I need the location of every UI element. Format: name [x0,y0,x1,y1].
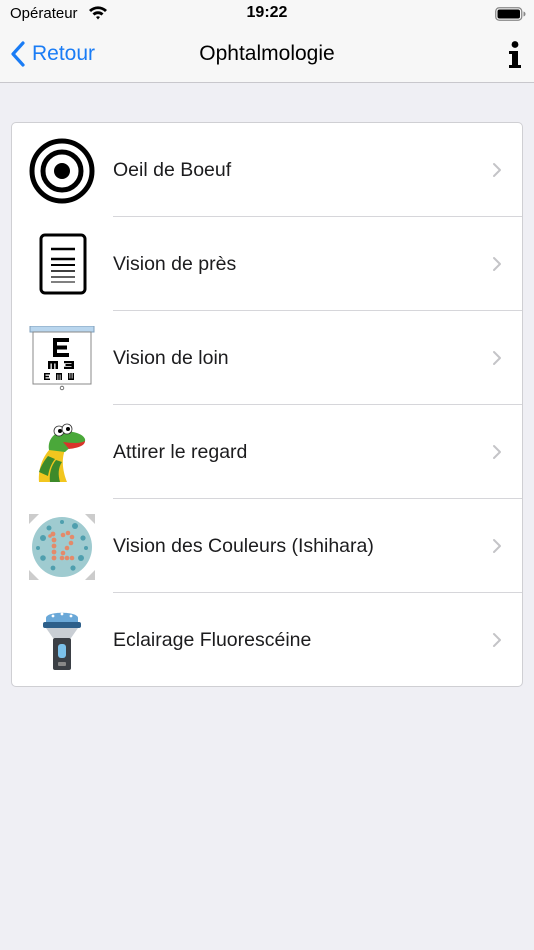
navigation-bar: Retour Ophtalmologie [0,28,534,83]
list-item-label: Oeil de Boeuf [113,159,232,181]
reading-card-icon [39,233,87,295]
info-icon[interactable] [503,40,527,70]
list-item-vision-des-couleurs[interactable]: Vision des Couleurs (Ishihara) [12,499,522,593]
eye-chart-icon [29,326,95,391]
page-title: Ophtalmologie [199,42,335,65]
chevron-right-icon [493,163,501,177]
list-item-label: Vision de loin [113,347,229,369]
sock-puppet-icon [38,423,86,482]
chevron-right-icon [493,351,501,365]
list-item-label: Eclairage Fluorescéine [113,629,312,651]
chevron-right-icon [493,539,501,553]
ophthalmology-menu-list: Oeil de Boeuf Vision de près Vision de l… [11,122,523,687]
status-bar: Opérateur 19:22 [0,0,534,28]
chevron-right-icon [493,445,501,459]
chevron-right-icon [493,633,501,647]
list-item-vision-de-pres[interactable]: Vision de près [12,217,522,311]
list-item-attirer-le-regard[interactable]: Attirer le regard [12,405,522,499]
bullseye-icon [29,138,95,204]
list-item-label: Vision des Couleurs (Ishihara) [113,535,374,557]
list-item-label: Vision de près [113,253,237,275]
status-time: 19:22 [246,4,288,21]
ishihara-plate-icon [29,514,95,580]
battery-icon [495,7,526,21]
chevron-right-icon [493,257,501,271]
list-item-label: Attirer le regard [113,441,248,463]
list-item-eclairage-fluoresceine[interactable]: Eclairage Fluorescéine [12,593,522,686]
penlight-icon [43,612,81,670]
list-item-vision-de-loin[interactable]: Vision de loin [12,311,522,405]
list-item-oeil-de-boeuf[interactable]: Oeil de Boeuf [12,123,522,217]
